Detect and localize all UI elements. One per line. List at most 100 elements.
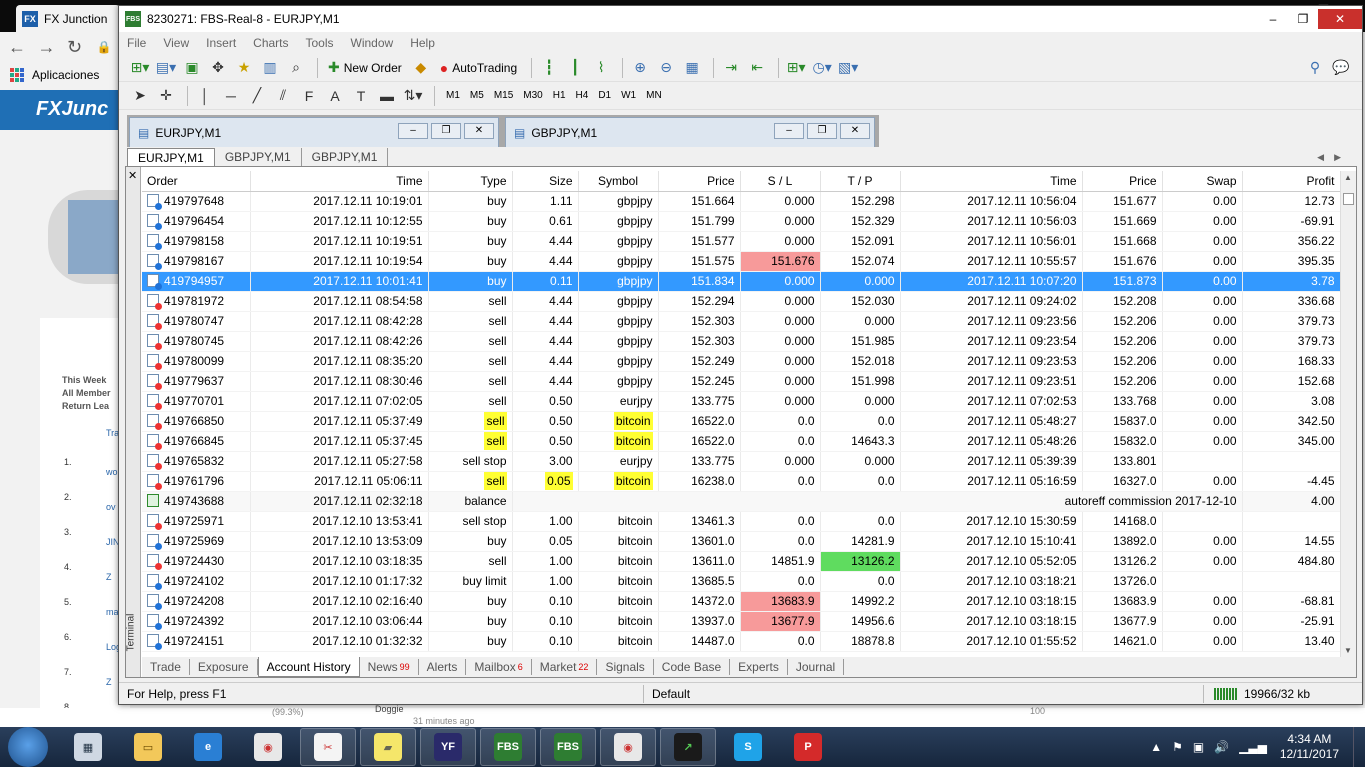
table-row[interactable]: 419743688 2017.12.11 02:32:18 balance autor…	[142, 491, 1340, 512]
taskbar-chrome[interactable]: ◉	[240, 728, 296, 766]
chart-tab-gbpjpy[interactable]: GBPJPY,M1	[215, 148, 302, 166]
leaderboard-name[interactable]: ov	[106, 502, 116, 512]
show-desktop-button[interactable]	[1353, 727, 1365, 767]
apps-grid-icon[interactable]	[10, 68, 24, 82]
data-window-icon[interactable]: ✥	[207, 57, 229, 79]
network-error-icon[interactable]: ⚑	[1172, 740, 1183, 754]
minimize-icon[interactable]: –	[774, 123, 804, 139]
column-header[interactable]: Type	[428, 171, 513, 192]
terminal-tab-trade[interactable]: Trade	[142, 659, 190, 675]
feed-user[interactable]: Doggie	[375, 704, 404, 714]
column-header[interactable]: Swap	[1162, 171, 1243, 192]
indicators-icon[interactable]: ⊞▾	[785, 57, 807, 79]
terminal-tab-alerts[interactable]: Alerts	[419, 659, 467, 675]
chat-icon[interactable]: 💬	[1330, 57, 1352, 79]
table-row[interactable]: 419724430 2017.12.10 03:18:35 sell 1.00 bitc…	[142, 551, 1340, 572]
close-icon[interactable]: ✕	[464, 123, 494, 139]
column-header[interactable]: T / P	[820, 171, 901, 192]
table-row[interactable]: 419724392 2017.12.10 03:06:44 buy 0.10 bitco…	[142, 611, 1340, 632]
table-row[interactable]: 419725971 2017.12.10 13:53:41 sell stop 1.0…	[142, 511, 1340, 532]
terminal-tab-account-history[interactable]: Account History	[257, 657, 360, 677]
taskbar-calculator[interactable]: ▦	[60, 728, 116, 766]
chart-tab-gbpjpy-2[interactable]: GBPJPY,M1	[302, 148, 389, 166]
terminal-tab-experts[interactable]: Experts	[730, 659, 788, 675]
timeframe-h4[interactable]: H4	[571, 90, 594, 101]
site-logo[interactable]: FXJunc	[36, 98, 108, 121]
vertical-scrollbar[interactable]: ▲ ▼	[1340, 171, 1356, 657]
table-row[interactable]: 419796454 2017.12.11 10:12:55 buy 0.61 gbpjp…	[142, 211, 1340, 232]
timeframe-d1[interactable]: D1	[593, 90, 616, 101]
table-row[interactable]: 419781972 2017.12.11 08:54:58 sell 4.44 gbpj…	[142, 291, 1340, 312]
column-header[interactable]: Time	[250, 171, 429, 192]
strategy-tester-icon[interactable]: ⌕	[285, 57, 307, 79]
menu-charts[interactable]: Charts	[253, 36, 288, 50]
leaderboard-name[interactable]: wo	[106, 467, 118, 477]
navigator-icon[interactable]: ★	[233, 57, 255, 79]
timeframe-mn[interactable]: MN	[641, 90, 667, 101]
back-arrow-icon[interactable]: ←	[8, 37, 38, 58]
leaderboard-name[interactable]: Z	[106, 677, 112, 687]
terminal-tab-market[interactable]: Market 22	[532, 659, 598, 675]
device-icon[interactable]: ▣	[1193, 740, 1204, 754]
horizontal-line-icon[interactable]: ─	[220, 85, 242, 107]
taskbar-chrome[interactable]: ◉	[600, 728, 656, 766]
table-row[interactable]: 419724102 2017.12.10 01:17:32 buy limit 1.0…	[142, 571, 1340, 592]
line-chart-icon[interactable]: ⌇	[590, 57, 612, 79]
taskbar-sticky-notes[interactable]: ▰	[360, 728, 416, 766]
fibonacci-icon[interactable]: F	[298, 85, 320, 107]
windows-start-icon[interactable]	[8, 727, 48, 767]
terminal-tab-news[interactable]: News 99	[360, 659, 419, 675]
column-header[interactable]: Price	[658, 171, 741, 192]
bar-chart-icon[interactable]: ┇	[538, 57, 560, 79]
timeframe-w1[interactable]: W1	[616, 90, 641, 101]
new-chart-icon[interactable]: ⊞▾	[129, 57, 151, 79]
trendline-icon[interactable]: ╱	[246, 85, 268, 107]
close-icon[interactable]: ✕	[840, 123, 870, 139]
menu-file[interactable]: File	[127, 36, 146, 50]
taskbar-yahoo-finance[interactable]: YF	[420, 728, 476, 766]
column-header[interactable]: Symbol	[578, 171, 659, 192]
timeframe-m1[interactable]: M1	[441, 90, 465, 101]
table-row[interactable]: 419766845 2017.12.11 05:37:45 sell 0.50 bitc…	[142, 431, 1340, 452]
terminal-tab-exposure[interactable]: Exposure	[190, 659, 258, 675]
restore-icon[interactable]: ❐	[431, 123, 461, 139]
periods-icon[interactable]: ◷▾	[811, 57, 833, 79]
table-row[interactable]: 419780747 2017.12.11 08:42:28 sell 4.44 gbpj…	[142, 311, 1340, 332]
terminal-icon[interactable]: ▥	[259, 57, 281, 79]
taskbar-skype[interactable]: S	[720, 728, 776, 766]
scroll-thumb[interactable]	[1343, 193, 1354, 205]
table-row[interactable]: 419724208 2017.12.10 02:16:40 buy 0.10 bitco…	[142, 591, 1340, 612]
taskbar-explorer[interactable]: ▭	[120, 728, 176, 766]
text-tool-icon[interactable]: A	[324, 85, 346, 107]
signal-icon[interactable]: ▁▃▅	[1239, 740, 1267, 754]
terminal-tab-mailbox[interactable]: Mailbox 6	[466, 659, 532, 675]
leaderboard-name[interactable]: Z	[106, 572, 112, 582]
browser-tab[interactable]: FX FX Junction	[16, 5, 120, 32]
chart-shift-icon[interactable]: ⇥	[720, 57, 742, 79]
table-row[interactable]: 419765832 2017.12.11 05:27:58 sell stop 3.0…	[142, 451, 1340, 472]
tray-arrow-icon[interactable]: ▲	[1150, 740, 1162, 754]
auto-trading-button[interactable]: ● AutoTrading	[436, 57, 521, 79]
close-icon[interactable]: ✕	[128, 169, 137, 182]
rectangle-icon[interactable]: ▬	[376, 85, 398, 107]
column-header[interactable]: Order	[142, 171, 251, 192]
table-row[interactable]: 419780745 2017.12.11 08:42:26 sell 4.44 gbpj…	[142, 331, 1340, 352]
terminal-tab-journal[interactable]: Journal	[788, 659, 845, 675]
search-icon[interactable]: ⚲	[1304, 57, 1326, 79]
forward-arrow-icon[interactable]: →	[38, 37, 68, 58]
table-row[interactable]: 419770701 2017.12.11 07:02:05 sell 0.50 eurj…	[142, 391, 1340, 412]
scroll-up-icon[interactable]: ▲	[1344, 173, 1352, 182]
timeframe-m30[interactable]: M30	[518, 90, 547, 101]
close-icon[interactable]: ✕	[1318, 9, 1362, 29]
metaeditor-icon[interactable]: ◆	[410, 57, 432, 79]
taskbar-fbs[interactable]: FBS	[540, 728, 596, 766]
table-row[interactable]: 419798158 2017.12.11 10:19:51 buy 4.44 gbpjp…	[142, 231, 1340, 252]
crosshair-icon[interactable]: ✛	[155, 85, 177, 107]
new-order-button[interactable]: ✚ New Order	[324, 57, 406, 79]
minimize-icon[interactable]: –	[1258, 9, 1288, 29]
table-row[interactable]: 419794957 2017.12.11 10:01:41 buy 0.11 gbpjp…	[142, 271, 1340, 292]
chart-window-eurjpy[interactable]: ▤ EURJPY,M1 – ❐ ✕	[129, 117, 499, 147]
vertical-line-icon[interactable]: │	[194, 85, 216, 107]
tab-scroll-arrows-icon[interactable]: ◀▶	[1311, 152, 1357, 166]
menu-help[interactable]: Help	[410, 36, 435, 50]
